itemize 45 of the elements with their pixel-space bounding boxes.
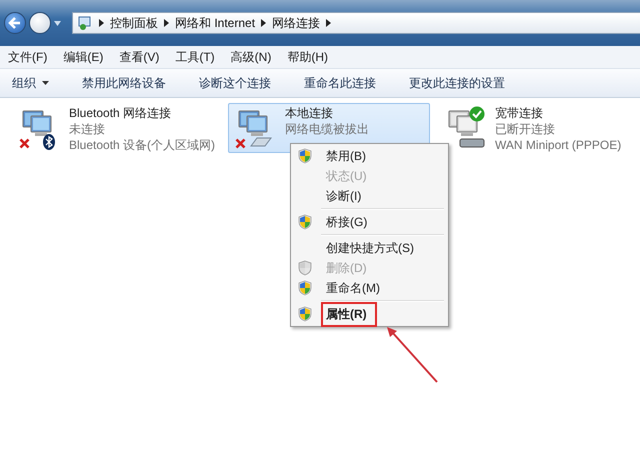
menu-item[interactable]: 编辑(E) [63, 48, 104, 66]
organize-dropdown[interactable]: 组织 [8, 72, 53, 94]
menu-item[interactable]: 诊断(I) [321, 184, 366, 208]
dropdown-icon[interactable] [54, 20, 61, 26]
menu-item[interactable]: 查看(V) [119, 48, 160, 66]
chevron-icon[interactable] [261, 19, 266, 27]
computer-icon [237, 108, 270, 136]
menu-item[interactable]: 重命名(M) [321, 276, 385, 300]
toolbar-button[interactable]: 诊断这个连接 [195, 72, 275, 94]
toolbar-button[interactable]: 更改此连接的设置 [405, 72, 509, 94]
forward-button[interactable] [29, 12, 51, 34]
connection-name: Bluetooth 网络连接 [69, 106, 172, 121]
connection-status: 网络电缆被拔出 [285, 122, 370, 137]
connection-name: 本地连接 [285, 106, 334, 121]
menu-item[interactable]: 高级(N) [230, 48, 272, 66]
control-panel-icon [77, 15, 93, 31]
breadcrumb-item[interactable]: 网络连接 [272, 14, 320, 32]
chevron-icon[interactable] [326, 19, 332, 27]
menu-item[interactable]: 文件(F) [8, 48, 48, 66]
breadcrumb-item[interactable]: 控制面板 [110, 14, 158, 32]
bluetooth-icon [43, 134, 55, 150]
back-button[interactable] [4, 12, 26, 34]
breadcrumb-item[interactable]: 网络和 Internet [175, 14, 256, 32]
device-name: Bluetooth 设备(个人区域网) [69, 138, 216, 153]
computer-icon [21, 108, 53, 136]
arrow-drawing [384, 325, 440, 385]
connection-item[interactable]: Bluetooth 网络连接 未连接 Bluetooth 设备(个人区域网) [12, 103, 220, 153]
menu-item[interactable]: 桥接(G) [321, 210, 372, 234]
chevron-icon[interactable] [164, 19, 169, 27]
connection-item[interactable]: 宽带连接 已断开连接 WAN Miniport (PPPOE) [438, 103, 640, 153]
chevron-icon[interactable] [99, 19, 104, 27]
connection-status: 已断开连接 [495, 122, 556, 137]
caret-icon [42, 81, 49, 85]
menu-item[interactable]: 帮助(H) [287, 48, 328, 66]
device-name: WAN Miniport (PPPOE) [495, 138, 622, 153]
menu-item[interactable]: 属性(R) [321, 302, 377, 326]
menu-item[interactable]: 工具(T) [175, 48, 215, 66]
menu-item[interactable]: 创建快捷方式(S) [321, 236, 419, 260]
toolbar-button[interactable]: 重命名此连接 [300, 72, 380, 94]
connection-status: 未连接 [69, 122, 106, 137]
network-cable-icon [249, 136, 274, 148]
address-bar[interactable]: 控制面板 网络和 Internet 网络连接 [72, 12, 640, 34]
connection-name: 宽带连接 [495, 106, 544, 121]
toolbar-button[interactable]: 禁用此网络设备 [78, 72, 170, 94]
modem-icon [459, 138, 486, 148]
